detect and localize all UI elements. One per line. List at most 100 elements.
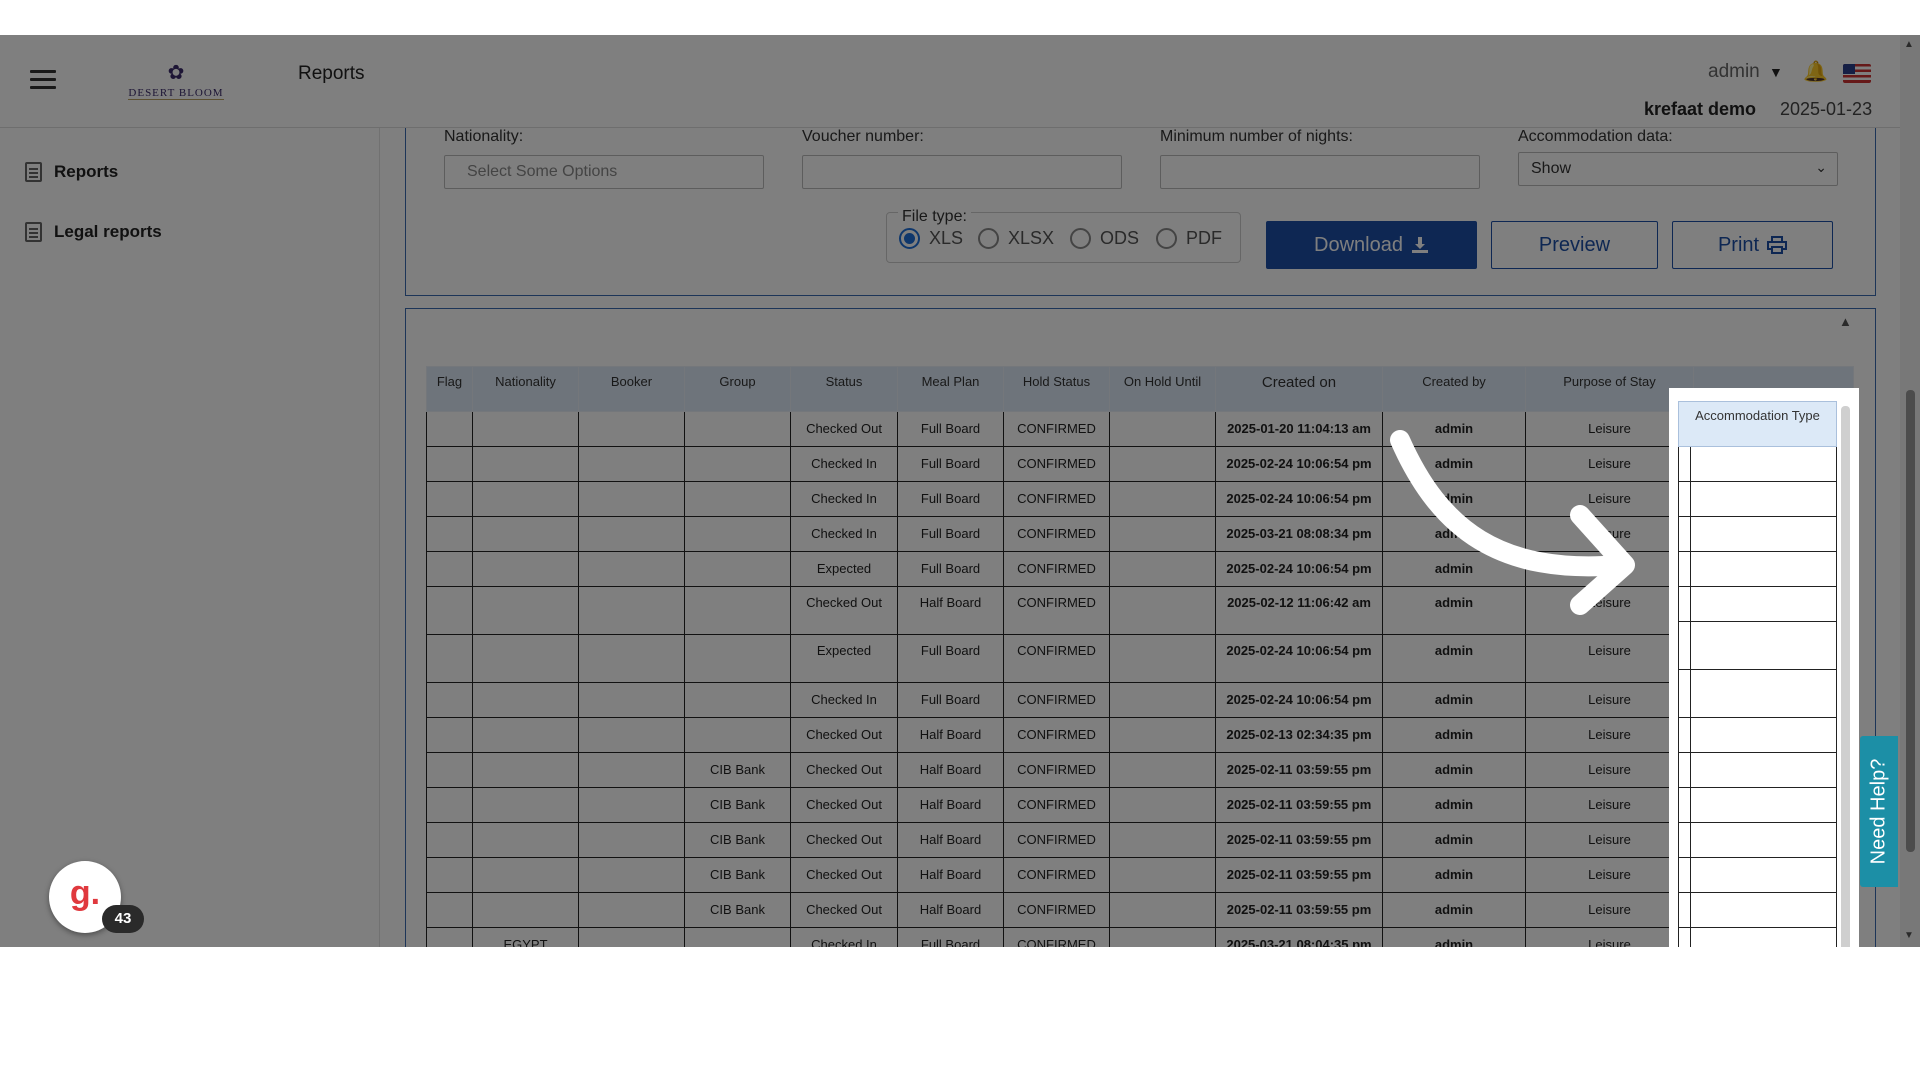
cell-status: Checked Out (790, 822, 898, 858)
cell-created-by: admin (1382, 857, 1526, 893)
column-header[interactable]: Meal Plan (897, 366, 1004, 412)
table-row[interactable] (1678, 822, 1837, 858)
cell-created-by: admin (1382, 752, 1526, 788)
table-row[interactable]: CIB Bank Checked Out Half Board CONFIRMED 20… (426, 752, 1854, 788)
cell-accommodation-type (1678, 857, 1837, 893)
column-header[interactable]: On Hold Until (1109, 366, 1216, 412)
cell-nationality (472, 586, 579, 635)
accommodation-type-header[interactable]: Accommodation Type (1678, 401, 1837, 447)
document-icon (25, 162, 42, 182)
cell-flag (426, 586, 473, 635)
column-header[interactable]: Created by (1382, 366, 1526, 412)
column-header[interactable]: Hold Status (1003, 366, 1110, 412)
table-row[interactable] (1678, 717, 1837, 753)
sidebar-item-reports[interactable]: Reports (25, 162, 118, 182)
bell-icon[interactable]: 🔔 (1803, 59, 1828, 84)
table-row[interactable]: CIB Bank Checked Out Half Board CONFIRMED 20… (426, 787, 1854, 823)
filter-panel: Nationality: Select Some Options Voucher… (405, 128, 1876, 296)
nationality-select[interactable]: Select Some Options (444, 155, 764, 189)
table-row[interactable] (1678, 752, 1837, 788)
cell-group: CIB Bank (684, 752, 791, 788)
radio-circle (899, 228, 920, 249)
table-row[interactable] (1678, 481, 1837, 517)
hamburger-icon[interactable] (30, 70, 56, 90)
table-row[interactable] (1678, 927, 1837, 947)
table-row[interactable] (1678, 621, 1837, 670)
cell-booker (578, 892, 685, 928)
table-row[interactable] (1678, 669, 1837, 718)
column-header[interactable]: Booker (578, 366, 685, 412)
voucher-label: Voucher number: (802, 128, 924, 145)
need-help-tab[interactable]: Need Help? (1860, 736, 1898, 887)
scrollbar-thumb[interactable] (1906, 390, 1915, 852)
table-row[interactable]: Checked In Full Board CONFIRMED 2025-02-24 … (426, 682, 1854, 718)
column-header[interactable]: Group (684, 366, 791, 412)
current-date: 2025-01-23 (1780, 99, 1873, 119)
table-row[interactable] (1678, 446, 1837, 482)
table-scrollbar[interactable] (1841, 406, 1850, 947)
table-row[interactable] (1678, 892, 1837, 928)
cell-on-hold-until (1109, 857, 1216, 893)
cell-group (684, 717, 791, 753)
print-button[interactable]: Print (1672, 221, 1833, 269)
cell-hold-status: CONFIRMED (1003, 717, 1110, 753)
table-row[interactable]: CIB Bank Checked Out Half Board CONFIRMED 20… (426, 892, 1854, 928)
scroll-down-icon[interactable]: ▼ (1904, 930, 1914, 941)
cell-hold-status: CONFIRMED (1003, 634, 1110, 683)
chevron-down-icon: ⌄ (1815, 159, 1827, 175)
collapse-caret-icon[interactable]: ▲ (1839, 314, 1852, 329)
page-title: Reports (298, 63, 365, 84)
table-row[interactable]: EGYPT Checked In Full Board CONFIRMED 2025-0… (426, 927, 1854, 947)
radio-ods[interactable]: ODS (1070, 228, 1139, 249)
table-row[interactable] (1678, 551, 1837, 587)
radio-xlsx[interactable]: XLSX (978, 228, 1054, 249)
cell-on-hold-until (1109, 411, 1216, 447)
cell-group: CIB Bank (684, 822, 791, 858)
table-row[interactable] (1678, 857, 1837, 893)
accommodation-select[interactable]: Show ⌄ (1518, 152, 1838, 186)
table-row[interactable] (1678, 516, 1837, 552)
logo[interactable]: ✿ DESERT BLOOM (106, 63, 246, 100)
cell-booker (578, 857, 685, 893)
cell-hold-status: CONFIRMED (1003, 857, 1110, 893)
column-header[interactable]: Nationality (472, 366, 579, 412)
sidebar-item-legal-reports[interactable]: Legal reports (25, 222, 162, 242)
cell-booker (578, 822, 685, 858)
table-row[interactable] (1678, 586, 1837, 622)
table-row[interactable] (1678, 787, 1837, 823)
cell-meal-plan: Half Board (897, 822, 1004, 858)
us-flag-icon[interactable] (1843, 64, 1871, 83)
radio-xls[interactable]: XLS (899, 228, 963, 249)
top-header: ✿ DESERT BLOOM Reports admin ▼ 🔔 krefaat… (0, 35, 1900, 128)
cell-status: Checked In (790, 481, 898, 517)
cell-hold-status: CONFIRMED (1003, 516, 1110, 552)
table-row[interactable]: CIB Bank Checked Out Half Board CONFIRMED 20… (426, 822, 1854, 858)
cell-status: Checked Out (790, 892, 898, 928)
cell-created-by: admin (1382, 634, 1526, 683)
cell-status: Checked Out (790, 787, 898, 823)
table-row[interactable]: CIB Bank Checked Out Half Board CONFIRMED 20… (426, 857, 1854, 893)
cell-on-hold-until (1109, 892, 1216, 928)
cell-booker (578, 586, 685, 635)
cell-group (684, 682, 791, 718)
table-row[interactable]: Checked Out Half Board CONFIRMED 2025-02-13… (426, 717, 1854, 753)
table-row[interactable]: Expected Full Board CONFIRMED 2025-02-24 10… (426, 634, 1854, 683)
accommodation-type-cells (1678, 446, 1837, 947)
radio-pdf[interactable]: PDF (1156, 228, 1222, 249)
column-header[interactable]: Flag (426, 366, 473, 412)
column-header[interactable]: Created on (1215, 366, 1383, 412)
cell-created-on: 2025-02-24 10:06:54 pm (1215, 682, 1383, 718)
scroll-up-icon[interactable]: ▲ (1904, 39, 1914, 50)
cell-status: Checked In (790, 927, 898, 947)
cell-nationality (472, 892, 579, 928)
min-nights-input[interactable] (1160, 155, 1480, 189)
cell-created-on: 2025-02-24 10:06:54 pm (1215, 446, 1383, 482)
cell-meal-plan: Full Board (897, 516, 1004, 552)
download-button[interactable]: Download (1266, 221, 1477, 269)
voucher-input[interactable] (802, 155, 1122, 189)
cell-created-on: 2025-02-11 03:59:55 pm (1215, 822, 1383, 858)
preview-button[interactable]: Preview (1491, 221, 1658, 269)
admin-dropdown[interactable]: admin ▼ (1708, 61, 1783, 83)
column-header[interactable]: Status (790, 366, 898, 412)
page-scrollbar[interactable]: ▲ ▼ (1900, 35, 1920, 947)
